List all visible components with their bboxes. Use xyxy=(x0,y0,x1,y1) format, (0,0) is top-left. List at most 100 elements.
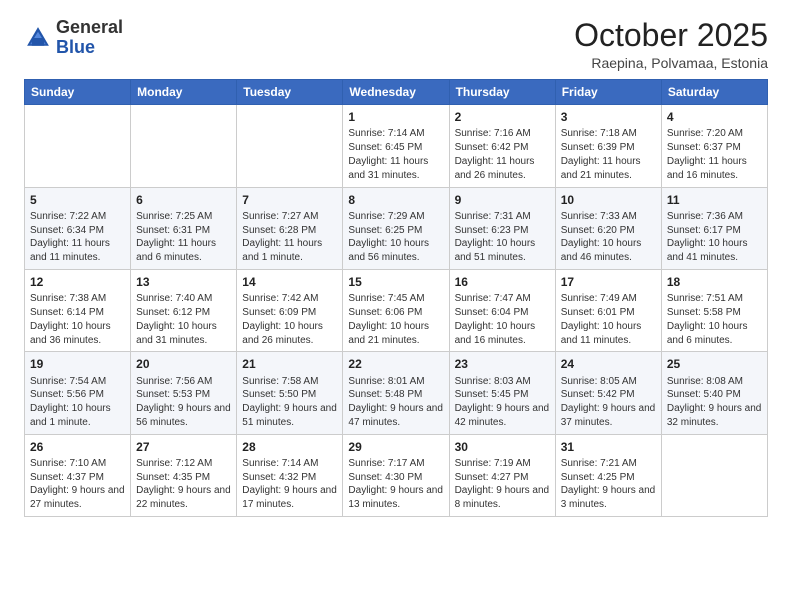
day-number: 21 xyxy=(242,356,337,372)
calendar-cell: 15 Sunrise: 7:45 AM Sunset: 6:06 PM Dayli… xyxy=(343,269,449,351)
calendar-cell: 29 Sunrise: 7:17 AM Sunset: 4:30 PM Dayli… xyxy=(343,434,449,516)
cell-content: Sunrise: 7:14 AM Sunset: 6:45 PM Dayligh… xyxy=(348,127,443,182)
day-number: 16 xyxy=(455,274,550,290)
day-number: 23 xyxy=(455,356,550,372)
location-subtitle: Raepina, Polvamaa, Estonia xyxy=(574,55,768,71)
cell-content: Sunrise: 7:27 AM Sunset: 6:28 PM Dayligh… xyxy=(242,210,337,265)
cell-content: Sunrise: 7:29 AM Sunset: 6:25 PM Dayligh… xyxy=(348,210,443,265)
calendar-cell: 30 Sunrise: 7:19 AM Sunset: 4:27 PM Dayli… xyxy=(449,434,555,516)
cell-content: Sunrise: 7:22 AM Sunset: 6:34 PM Dayligh… xyxy=(30,210,125,265)
month-title: October 2025 xyxy=(574,18,768,53)
cell-content: Sunrise: 7:33 AM Sunset: 6:20 PM Dayligh… xyxy=(561,210,656,265)
day-number: 29 xyxy=(348,439,443,455)
calendar-cell: 10 Sunrise: 7:33 AM Sunset: 6:20 PM Dayli… xyxy=(555,187,661,269)
calendar-cell: 8 Sunrise: 7:29 AM Sunset: 6:25 PM Daylig… xyxy=(343,187,449,269)
day-number: 25 xyxy=(667,356,762,372)
cell-content: Sunrise: 7:51 AM Sunset: 5:58 PM Dayligh… xyxy=(667,292,762,347)
day-number: 5 xyxy=(30,192,125,208)
calendar-cell: 19 Sunrise: 7:54 AM Sunset: 5:56 PM Dayli… xyxy=(25,352,131,434)
cell-content: Sunrise: 8:08 AM Sunset: 5:40 PM Dayligh… xyxy=(667,375,762,430)
calendar-cell: 25 Sunrise: 8:08 AM Sunset: 5:40 PM Dayli… xyxy=(661,352,767,434)
cell-content: Sunrise: 7:54 AM Sunset: 5:56 PM Dayligh… xyxy=(30,375,125,430)
cell-content: Sunrise: 7:42 AM Sunset: 6:09 PM Dayligh… xyxy=(242,292,337,347)
cell-content: Sunrise: 7:17 AM Sunset: 4:30 PM Dayligh… xyxy=(348,457,443,512)
weekday-header: Thursday xyxy=(449,80,555,105)
title-block: October 2025 Raepina, Polvamaa, Estonia xyxy=(574,18,768,71)
weekday-header: Wednesday xyxy=(343,80,449,105)
logo-text: General Blue xyxy=(56,18,123,58)
day-number: 13 xyxy=(136,274,231,290)
calendar-cell: 11 Sunrise: 7:36 AM Sunset: 6:17 PM Dayli… xyxy=(661,187,767,269)
calendar-table: SundayMondayTuesdayWednesdayThursdayFrid… xyxy=(24,79,768,517)
weekday-header: Friday xyxy=(555,80,661,105)
calendar-cell: 2Sunrise: 7:16 AM Sunset: 6:42 PM Daylig… xyxy=(449,105,555,187)
calendar-week-row: 5 Sunrise: 7:22 AM Sunset: 6:34 PM Daylig… xyxy=(25,187,768,269)
calendar-cell: 6Sunrise: 7:25 AM Sunset: 6:31 PM Daylig… xyxy=(131,187,237,269)
logo-general: General xyxy=(56,17,123,37)
calendar-cell xyxy=(661,434,767,516)
cell-content: Sunrise: 7:10 AM Sunset: 4:37 PM Dayligh… xyxy=(30,457,125,512)
day-number: 28 xyxy=(242,439,337,455)
day-number: 20 xyxy=(136,356,231,372)
day-number: 8 xyxy=(348,192,443,208)
weekday-header: Saturday xyxy=(661,80,767,105)
day-number: 3 xyxy=(561,109,656,125)
weekday-header-row: SundayMondayTuesdayWednesdayThursdayFrid… xyxy=(25,80,768,105)
cell-content: Sunrise: 7:16 AM Sunset: 6:42 PM Dayligh… xyxy=(455,127,550,182)
cell-content: Sunrise: 8:01 AM Sunset: 5:48 PM Dayligh… xyxy=(348,375,443,430)
calendar-cell xyxy=(237,105,343,187)
cell-content: Sunrise: 7:25 AM Sunset: 6:31 PM Dayligh… xyxy=(136,210,231,265)
calendar-cell: 24 Sunrise: 8:05 AM Sunset: 5:42 PM Dayli… xyxy=(555,352,661,434)
cell-content: Sunrise: 7:49 AM Sunset: 6:01 PM Dayligh… xyxy=(561,292,656,347)
day-number: 1 xyxy=(348,109,443,125)
cell-content: Sunrise: 7:45 AM Sunset: 6:06 PM Dayligh… xyxy=(348,292,443,347)
cell-content: Sunrise: 7:12 AM Sunset: 4:35 PM Dayligh… xyxy=(136,457,231,512)
cell-content: Sunrise: 7:38 AM Sunset: 6:14 PM Dayligh… xyxy=(30,292,125,347)
calendar-cell xyxy=(131,105,237,187)
calendar-cell: 1 Sunrise: 7:14 AM Sunset: 6:45 PM Daylig… xyxy=(343,105,449,187)
cell-content: Sunrise: 7:19 AM Sunset: 4:27 PM Dayligh… xyxy=(455,457,550,512)
calendar-cell: 26Sunrise: 7:10 AM Sunset: 4:37 PM Dayli… xyxy=(25,434,131,516)
weekday-header: Monday xyxy=(131,80,237,105)
cell-content: Sunrise: 7:47 AM Sunset: 6:04 PM Dayligh… xyxy=(455,292,550,347)
calendar-cell: 22 Sunrise: 8:01 AM Sunset: 5:48 PM Dayli… xyxy=(343,352,449,434)
calendar-week-row: 12 Sunrise: 7:38 AM Sunset: 6:14 PM Dayli… xyxy=(25,269,768,351)
calendar-cell: 31 Sunrise: 7:21 AM Sunset: 4:25 PM Dayli… xyxy=(555,434,661,516)
calendar-cell: 4Sunrise: 7:20 AM Sunset: 6:37 PM Daylig… xyxy=(661,105,767,187)
day-number: 24 xyxy=(561,356,656,372)
cell-content: Sunrise: 8:05 AM Sunset: 5:42 PM Dayligh… xyxy=(561,375,656,430)
day-number: 22 xyxy=(348,356,443,372)
calendar-cell: 27Sunrise: 7:12 AM Sunset: 4:35 PM Dayli… xyxy=(131,434,237,516)
day-number: 17 xyxy=(561,274,656,290)
day-number: 15 xyxy=(348,274,443,290)
day-number: 30 xyxy=(455,439,550,455)
day-number: 31 xyxy=(561,439,656,455)
calendar-cell: 18 Sunrise: 7:51 AM Sunset: 5:58 PM Dayli… xyxy=(661,269,767,351)
calendar-cell: 17 Sunrise: 7:49 AM Sunset: 6:01 PM Dayli… xyxy=(555,269,661,351)
page: General Blue October 2025 Raepina, Polva… xyxy=(0,0,792,612)
calendar-week-row: 26Sunrise: 7:10 AM Sunset: 4:37 PM Dayli… xyxy=(25,434,768,516)
day-number: 14 xyxy=(242,274,337,290)
cell-content: Sunrise: 7:36 AM Sunset: 6:17 PM Dayligh… xyxy=(667,210,762,265)
cell-content: Sunrise: 7:18 AM Sunset: 6:39 PM Dayligh… xyxy=(561,127,656,182)
weekday-header: Tuesday xyxy=(237,80,343,105)
calendar-cell: 21Sunrise: 7:58 AM Sunset: 5:50 PM Dayli… xyxy=(237,352,343,434)
day-number: 18 xyxy=(667,274,762,290)
header: General Blue October 2025 Raepina, Polva… xyxy=(0,0,792,79)
day-number: 11 xyxy=(667,192,762,208)
day-number: 19 xyxy=(30,356,125,372)
day-number: 10 xyxy=(561,192,656,208)
calendar-cell: 9Sunrise: 7:31 AM Sunset: 6:23 PM Daylig… xyxy=(449,187,555,269)
calendar-cell: 5 Sunrise: 7:22 AM Sunset: 6:34 PM Daylig… xyxy=(25,187,131,269)
calendar-cell: 7Sunrise: 7:27 AM Sunset: 6:28 PM Daylig… xyxy=(237,187,343,269)
day-number: 12 xyxy=(30,274,125,290)
cell-content: Sunrise: 7:40 AM Sunset: 6:12 PM Dayligh… xyxy=(136,292,231,347)
calendar-cell: 16 Sunrise: 7:47 AM Sunset: 6:04 PM Dayli… xyxy=(449,269,555,351)
logo: General Blue xyxy=(24,18,123,58)
weekday-header: Sunday xyxy=(25,80,131,105)
calendar-cell: 13 Sunrise: 7:40 AM Sunset: 6:12 PM Dayli… xyxy=(131,269,237,351)
day-number: 4 xyxy=(667,109,762,125)
cell-content: Sunrise: 8:03 AM Sunset: 5:45 PM Dayligh… xyxy=(455,375,550,430)
cell-content: Sunrise: 7:21 AM Sunset: 4:25 PM Dayligh… xyxy=(561,457,656,512)
cell-content: Sunrise: 7:14 AM Sunset: 4:32 PM Dayligh… xyxy=(242,457,337,512)
